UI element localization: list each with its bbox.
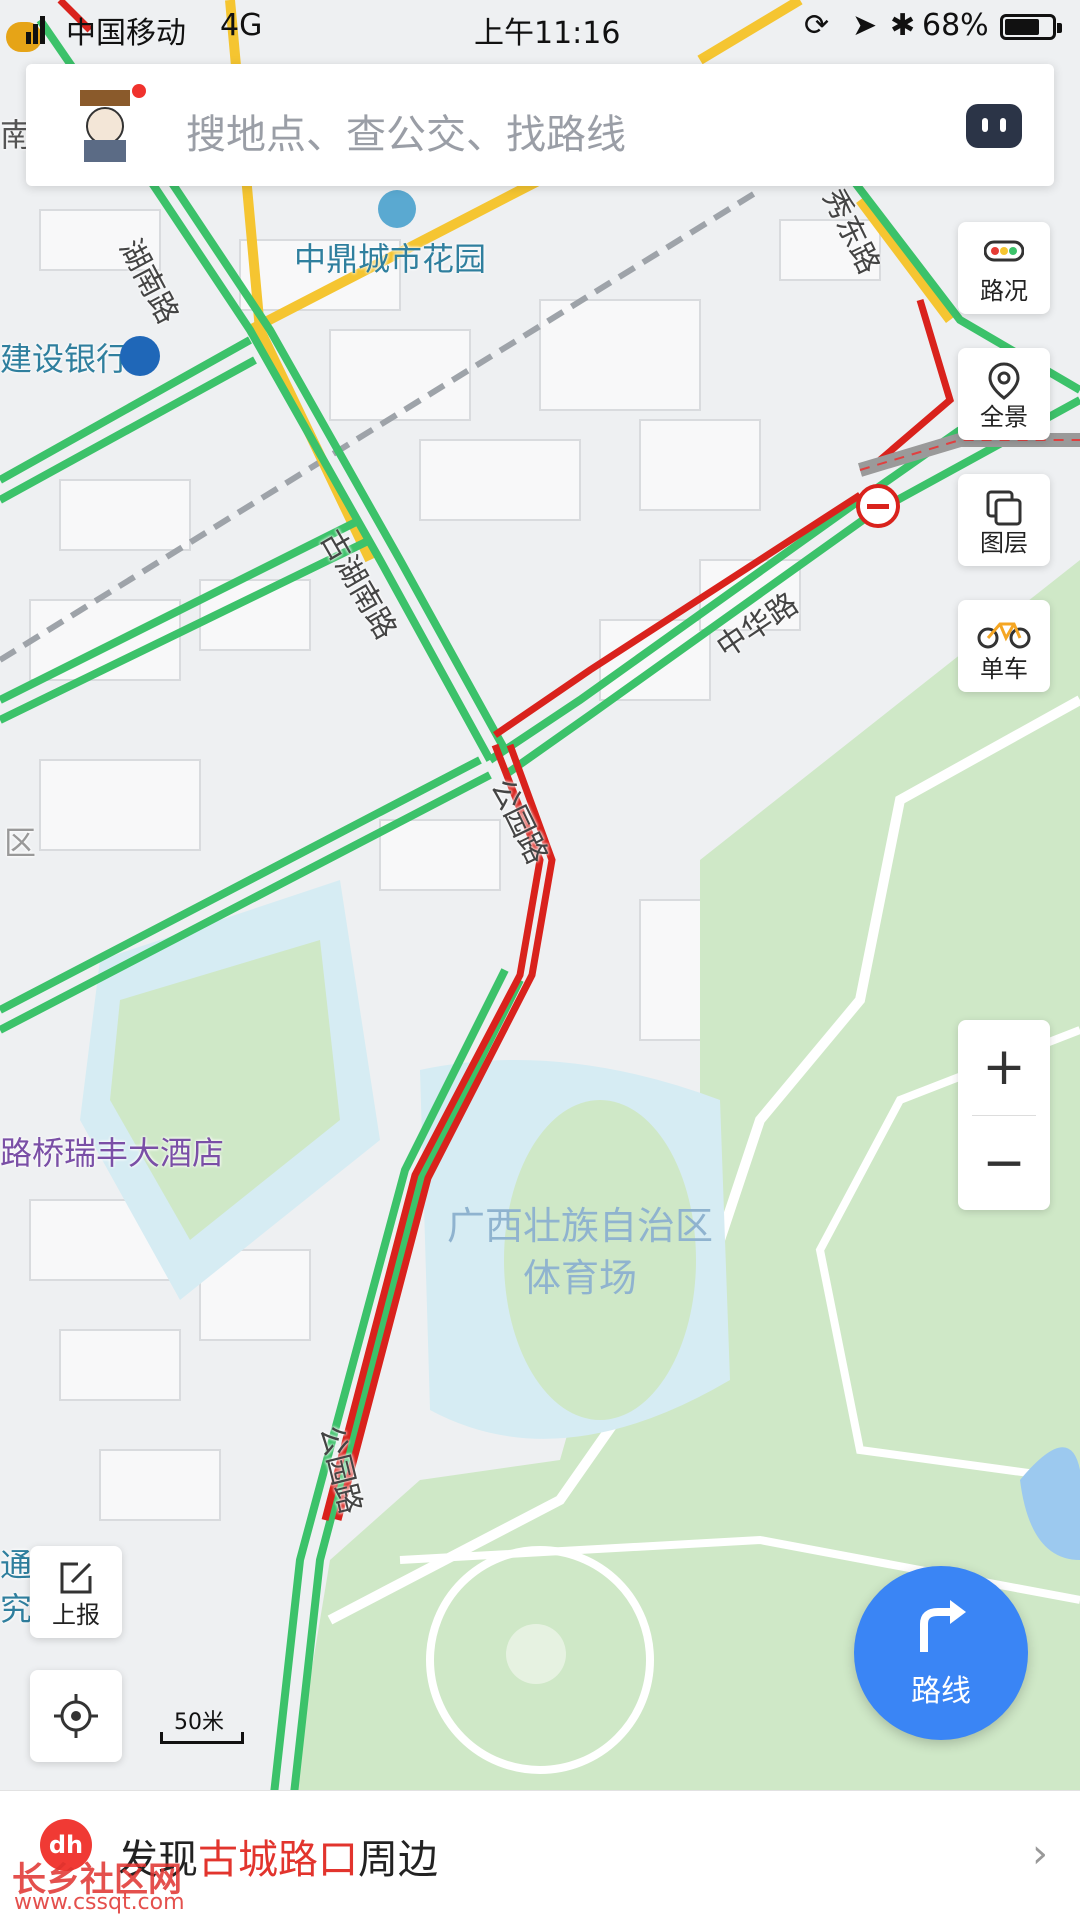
robot-icon[interactable] xyxy=(966,104,1022,148)
location-pin-icon xyxy=(988,362,1020,400)
scale-bar xyxy=(160,1732,244,1744)
signal-icon xyxy=(26,14,46,44)
location-arrow-icon: ➤ xyxy=(852,8,878,43)
zoom-out-button[interactable]: − xyxy=(958,1116,1050,1210)
status-bar: 中国移动 4G 上午11:16 ⟳ ➤ ✱ 68% xyxy=(0,0,1080,56)
map-label-stadium[interactable]: 广西壮族自治区 体育场 xyxy=(420,1200,740,1304)
notification-dot xyxy=(132,84,146,98)
bank-logo-icon xyxy=(120,336,160,376)
map-label-district: 区 xyxy=(4,824,37,862)
map-label-bank[interactable]: 建设银行 xyxy=(0,334,128,380)
layers-label: 图层 xyxy=(980,529,1028,557)
bike-label: 单车 xyxy=(980,655,1028,683)
locate-icon xyxy=(54,1694,98,1738)
map-label-left-edge-2: 究 xyxy=(0,1590,33,1628)
traffic-label: 路况 xyxy=(980,277,1028,305)
route-button[interactable]: 路线 xyxy=(854,1566,1028,1740)
map-scale: 50米 xyxy=(160,1704,244,1744)
turn-arrow-icon xyxy=(920,1600,966,1652)
bicycle-icon xyxy=(977,622,1031,649)
watermark-url: www.cssqt.com xyxy=(14,1890,185,1915)
locate-button[interactable] xyxy=(30,1670,122,1762)
overview-button[interactable]: 全景 xyxy=(958,348,1050,440)
route-label: 路线 xyxy=(911,1674,971,1709)
map-label-hotel[interactable]: 路桥瑞丰大酒店 xyxy=(0,1128,224,1174)
network-label: 4G xyxy=(220,8,263,43)
traffic-button[interactable]: 路况 xyxy=(958,222,1050,314)
lock-rotation-icon: ⟳ xyxy=(804,8,830,43)
map-label-zhongding[interactable]: 中鼎城市花园 xyxy=(294,234,486,280)
report-label: 上报 xyxy=(52,1601,100,1629)
report-button[interactable]: 上报 xyxy=(30,1546,122,1638)
battery-icon xyxy=(1000,14,1062,40)
edit-icon xyxy=(60,1562,92,1594)
map-label-left-edge-1: 通 xyxy=(0,1546,33,1584)
bike-button[interactable]: 单车 xyxy=(958,600,1050,692)
zoom-in-button[interactable]: + xyxy=(958,1020,1050,1114)
chevron-right-icon: › xyxy=(1032,1831,1048,1877)
bluetooth-icon: ✱ xyxy=(890,8,916,43)
search-input[interactable]: 搜地点、查公交、找路线 xyxy=(186,102,626,160)
overview-label: 全景 xyxy=(980,403,1028,431)
layers-icon xyxy=(986,490,1022,526)
avatar[interactable] xyxy=(70,84,146,164)
zoom-control: + − xyxy=(958,1020,1050,1210)
clock: 上午11:16 xyxy=(474,16,621,51)
traffic-light-icon xyxy=(984,240,1024,262)
carrier-label: 中国移动 xyxy=(66,16,186,51)
building-poi-icon xyxy=(378,190,416,228)
layers-button[interactable]: 图层 xyxy=(958,474,1050,566)
battery-percent: 68% xyxy=(922,8,989,43)
search-bar[interactable]: 搜地点、查公交、找路线 xyxy=(26,64,1054,186)
no-entry-icon xyxy=(856,484,900,528)
